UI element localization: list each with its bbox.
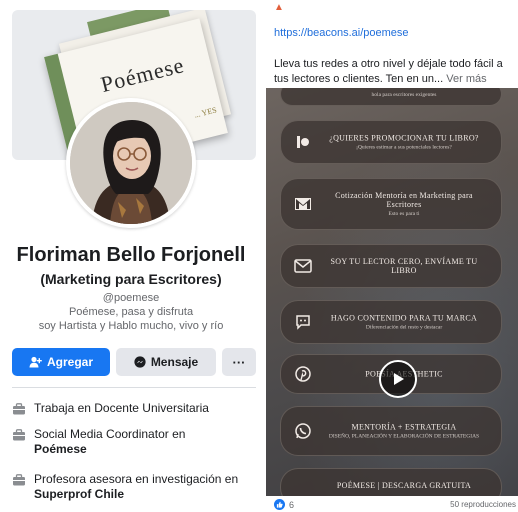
avatar[interactable] bbox=[66, 98, 196, 228]
video-link-item: ¿QUIERES PROMOCIONAR TU LIBRO? ¡Quieres e… bbox=[280, 120, 502, 164]
post-panel: ▲ https://beacons.ai/poemese Lleva tus r… bbox=[266, 0, 518, 512]
profile-panel: Poémese ... YES Floriman Bello Forjonell… bbox=[0, 0, 262, 512]
info-text: Profesora asesora en investigación en Su… bbox=[34, 472, 239, 501]
info-text: Trabaja en Docente Universitaria bbox=[34, 401, 209, 415]
mail-icon bbox=[293, 256, 313, 276]
post-video[interactable]: hola para escritores exigentes ¿QUIERES … bbox=[266, 88, 518, 496]
info-item-work2: Social Media Coordinator en Poémese bbox=[12, 427, 256, 457]
video-link-item: SOY TU LECTOR CERO, ENVÍAME TU LIBRO bbox=[280, 244, 502, 288]
briefcase-icon bbox=[13, 429, 25, 441]
add-friend-button[interactable]: Agregar bbox=[12, 348, 110, 376]
profile-subtitle: (Marketing para Escritores) bbox=[40, 271, 222, 287]
more-options-button[interactable]: ··· bbox=[222, 348, 256, 376]
messenger-icon bbox=[134, 356, 146, 368]
more-options-icon: ··· bbox=[232, 354, 246, 370]
pin-icon: ▲ bbox=[274, 2, 284, 13]
video-link-item: MENTORÍA + ESTRATEGIA DISEÑO, PLANEACIÓN … bbox=[280, 406, 502, 456]
briefcase-icon bbox=[13, 474, 25, 486]
divider bbox=[12, 387, 256, 388]
play-button[interactable] bbox=[379, 360, 417, 398]
add-friend-icon bbox=[29, 356, 42, 368]
video-link-item: hola para escritores exigentes bbox=[280, 88, 502, 106]
chat-icon bbox=[293, 312, 313, 332]
info-link-superprof[interactable]: Superprof Chile bbox=[34, 487, 124, 501]
see-more-link[interactable]: Ver más bbox=[446, 73, 486, 85]
profile-bio-line2: soy Hartista y Hablo mucho, vivo y río bbox=[38, 320, 224, 332]
add-friend-label: Agregar bbox=[46, 355, 93, 369]
video-link-item: POÉMESE | DESCARGA GRATUITA bbox=[280, 468, 502, 496]
views-count: 50 reproducciones bbox=[450, 500, 516, 509]
info-item-work3: Profesora asesora en investigación en Su… bbox=[12, 472, 256, 502]
post-text: Lleva tus redes a otro nivel y déjale to… bbox=[274, 58, 503, 85]
profile-name: Floriman Bello Forjonell bbox=[16, 244, 246, 266]
briefcase-icon bbox=[13, 403, 25, 415]
profile-bio-line1: Poémese, pasa y disfruta bbox=[68, 306, 194, 318]
avatar-photo bbox=[70, 102, 192, 224]
play-icon bbox=[394, 373, 404, 385]
whatsapp-icon bbox=[293, 421, 313, 441]
message-button[interactable]: Mensaje bbox=[116, 348, 216, 376]
gmail-icon bbox=[293, 194, 313, 214]
video-link-item: Cotización Mentoría en Marketing para Es… bbox=[280, 178, 502, 230]
bar-icon bbox=[293, 132, 313, 152]
reactions-count: 6 bbox=[289, 499, 295, 510]
message-label: Mensaje bbox=[150, 355, 199, 369]
info-item-work1: Trabaja en Docente Universitaria bbox=[12, 401, 256, 416]
profile-handle: @poemese bbox=[102, 292, 160, 304]
reactions-summary[interactable]: 6 bbox=[274, 499, 294, 510]
pinterest-icon bbox=[293, 364, 313, 384]
info-link-poemese[interactable]: Poémese bbox=[34, 442, 87, 456]
like-icon bbox=[274, 499, 285, 510]
post-link[interactable]: https://beacons.ai/poemese bbox=[274, 27, 409, 39]
video-link-item: HAGO CONTENIDO PARA TU MARCA Diferenciaci… bbox=[280, 300, 502, 344]
info-text: Social Media Coordinator en Poémese bbox=[34, 427, 186, 456]
